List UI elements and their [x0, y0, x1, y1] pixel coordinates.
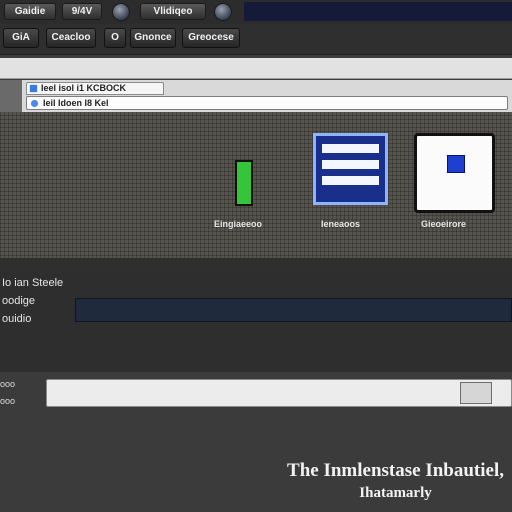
setting-label-3: ouidio — [2, 313, 32, 325]
tab-strip: Ieel isol i1 KCBOCK Ieil Idoen I8 Kel — [22, 80, 512, 112]
setting-label-2: oodige — [2, 295, 36, 307]
toolbar-button-4[interactable]: Gnonce — [130, 28, 176, 48]
address-strip — [0, 58, 512, 79]
toolbar: GiA Ceacloo O Gnonce Greocese — [0, 24, 512, 55]
shield-icon[interactable] — [112, 3, 130, 21]
footer-text: The Inmlenstase Inbautiel, Ihatamarly — [287, 460, 504, 504]
toolbar-button-3[interactable]: O — [104, 28, 126, 48]
caption-2: Ieneaoos — [321, 219, 361, 229]
list-line — [322, 144, 379, 153]
toolbar-button-5[interactable]: Greocese — [182, 28, 240, 48]
list-line — [322, 176, 379, 185]
footer-line-2: Ihatamarly — [359, 485, 432, 501]
top-button-2[interactable]: 9/4V — [62, 3, 102, 20]
caption-1: Eingiaeeoo — [214, 219, 263, 229]
address-value: Ieil Idoen I8 Kel — [43, 98, 109, 108]
settings-icon[interactable] — [214, 3, 232, 21]
top-button-1[interactable]: Gaidie — [4, 3, 56, 20]
tab-label: Ieel isol i1 KCBOCK — [41, 83, 127, 93]
side-button-1[interactable]: ooo — [0, 379, 30, 391]
list-line — [322, 160, 379, 169]
page-icon — [29, 84, 38, 93]
toolbar-button-2[interactable]: Ceacloo — [46, 28, 96, 48]
footer-line-1: The Inmlenstase Inbautiel, — [287, 460, 504, 481]
left-gutter — [0, 80, 22, 112]
stop-tile[interactable] — [414, 133, 495, 213]
input-action-button[interactable] — [460, 382, 492, 404]
toolbar-button-1[interactable]: GiA — [3, 28, 39, 48]
browser-tab[interactable]: Ieel isol i1 KCBOCK — [26, 82, 164, 95]
setting-field[interactable] — [75, 298, 512, 322]
side-button-2[interactable]: ooo — [0, 396, 30, 408]
canvas-divider — [0, 258, 512, 266]
top-bar: Gaidie 9/4V Vlidiqeo — [0, 0, 512, 24]
setting-label-1: Io ian Steele — [2, 277, 64, 289]
stop-icon — [447, 155, 465, 173]
globe-icon — [30, 99, 39, 108]
list-tile[interactable] — [313, 133, 388, 205]
green-level-indicator — [235, 160, 253, 206]
top-button-3[interactable]: Vlidiqeo — [140, 3, 206, 20]
caption-3: Gieoeirore — [421, 219, 467, 229]
address-input[interactable]: Ieil Idoen I8 Kel — [26, 96, 508, 110]
title-strip — [244, 2, 512, 21]
text-input[interactable] — [46, 379, 512, 407]
